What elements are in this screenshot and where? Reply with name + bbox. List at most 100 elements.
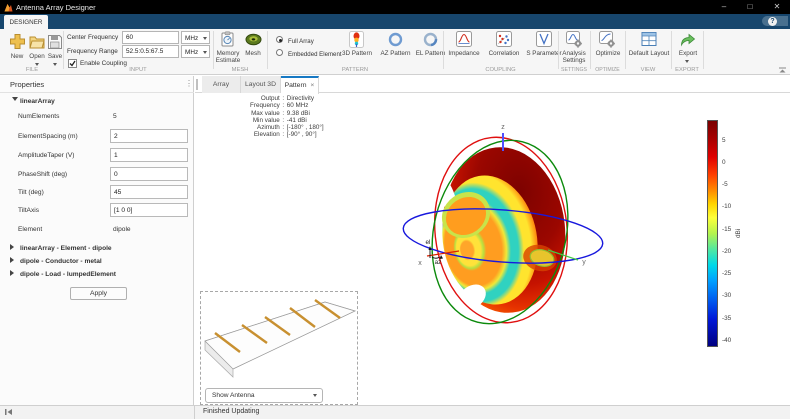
help-icon[interactable]: ? bbox=[768, 17, 777, 26]
export-dropdown-caret[interactable] bbox=[685, 60, 689, 65]
ribbon-tab-strip bbox=[0, 14, 790, 29]
section-label-view: VIEW bbox=[625, 67, 671, 73]
section-label-optimize: OPTIMIZE bbox=[590, 67, 625, 73]
center-frequency-unit-select[interactable]: MHz bbox=[181, 31, 210, 44]
title-bar: Antenna Array Designer – □ ✕ bbox=[0, 0, 790, 14]
section-label-mesh: MESH bbox=[213, 67, 267, 73]
status-bar bbox=[0, 405, 790, 419]
new-icon[interactable] bbox=[9, 33, 26, 50]
linear-array-group[interactable]: linearArray bbox=[12, 96, 55, 105]
collapse-ribbon-icon[interactable] bbox=[778, 67, 787, 73]
amplitudetaper-label: AmplitudeTaper (V) bbox=[18, 152, 74, 159]
section-label-settings: SETTINGS bbox=[558, 67, 590, 73]
antenna-array-designer-window: Antenna Array Designer – □ ✕ DESIGNER ? … bbox=[0, 0, 790, 419]
impedance-icon[interactable] bbox=[456, 31, 472, 47]
center-frequency-input[interactable] bbox=[122, 31, 179, 44]
export-icon[interactable] bbox=[680, 32, 696, 47]
y-axis-label: y bbox=[582, 259, 586, 266]
colorbar bbox=[707, 120, 718, 347]
s-parameter-icon[interactable] bbox=[536, 31, 552, 47]
export-button[interactable]: Export bbox=[673, 50, 703, 57]
tiltaxis-input[interactable] bbox=[110, 203, 188, 217]
tab-layout3d[interactable]: Layout 3D bbox=[241, 76, 281, 93]
optimize-icon[interactable] bbox=[599, 31, 616, 48]
new-button[interactable]: New bbox=[7, 53, 27, 60]
phaseshift-input[interactable] bbox=[110, 167, 188, 181]
enable-coupling-label: Enable Coupling bbox=[80, 60, 127, 67]
section-label-export: EXPORT bbox=[671, 67, 703, 73]
x-axis-label: x bbox=[418, 260, 422, 267]
analysis-settings-icon[interactable] bbox=[566, 31, 583, 48]
section-label-input: INPUT bbox=[63, 67, 213, 73]
tab-array[interactable]: Array bbox=[202, 76, 241, 93]
amplitudetaper-input[interactable] bbox=[110, 148, 188, 162]
show-antenna-value: Show Antenna bbox=[212, 392, 255, 399]
az-pattern-button[interactable]: AZ Pattern bbox=[378, 50, 413, 57]
correlation-icon[interactable] bbox=[496, 31, 512, 47]
colorbar-tick: 5 bbox=[722, 137, 726, 144]
embedded-element-label[interactable]: Embedded Element bbox=[288, 51, 342, 58]
minimize-button[interactable]: – bbox=[718, 2, 730, 12]
optimize-button[interactable]: Optimize bbox=[592, 50, 624, 57]
z-axis-label: z bbox=[501, 124, 505, 131]
close-button[interactable]: ✕ bbox=[771, 2, 783, 12]
mesh-icon[interactable] bbox=[245, 32, 262, 47]
frequency-range-input[interactable] bbox=[122, 45, 179, 58]
save-button[interactable]: Save bbox=[45, 53, 65, 60]
correlation-button[interactable]: Correlation bbox=[485, 50, 523, 57]
panel-splitter-grip[interactable] bbox=[196, 79, 198, 90]
subtree-load[interactable]: dipole - Load - lumpedElement bbox=[10, 270, 116, 278]
collapse-panel-icon[interactable] bbox=[4, 408, 13, 416]
app-icon bbox=[4, 3, 13, 12]
tab-designer[interactable]: DESIGNER bbox=[4, 15, 48, 29]
radiation-pattern-plot[interactable]: z x y el az bbox=[360, 95, 620, 385]
tiltaxis-label: TiltAxis bbox=[18, 207, 39, 214]
section-label-coupling: COUPLING bbox=[443, 67, 558, 73]
properties-menu-icon[interactable]: ⋮ bbox=[185, 79, 193, 88]
frequency-range-label: Frequency Range bbox=[67, 48, 118, 55]
tilt-input[interactable] bbox=[110, 185, 188, 199]
antenna-preview[interactable] bbox=[200, 291, 358, 386]
center-frequency-label: Center Frequency bbox=[67, 34, 118, 41]
section-label-pattern: PATTERN bbox=[267, 67, 443, 73]
unit-caret bbox=[203, 37, 207, 42]
default-layout-icon[interactable] bbox=[641, 31, 657, 47]
el-pattern-icon[interactable] bbox=[423, 32, 438, 47]
properties-panel bbox=[0, 76, 194, 405]
embedded-element-radio[interactable] bbox=[276, 49, 283, 56]
el-axis-label: el bbox=[426, 239, 431, 246]
numelements-value: 5 bbox=[113, 113, 117, 120]
elementspacing-label: ElementSpacing (m) bbox=[18, 133, 78, 140]
mesh-button[interactable]: Mesh bbox=[242, 50, 264, 57]
element-value: dipole bbox=[113, 226, 131, 233]
3d-pattern-button[interactable]: 3D Pattern bbox=[340, 50, 374, 57]
show-antenna-caret bbox=[313, 394, 317, 399]
open-icon[interactable] bbox=[29, 34, 46, 50]
az-pattern-icon[interactable] bbox=[388, 32, 403, 47]
subtree-element[interactable]: linearArray - Element - dipole bbox=[10, 244, 112, 252]
full-array-label[interactable]: Full Array bbox=[288, 38, 314, 45]
status-text: Finished Updating bbox=[203, 408, 259, 415]
phaseshift-label: PhaseShift (deg) bbox=[18, 171, 67, 178]
window-title: Antenna Array Designer bbox=[16, 3, 96, 12]
tilt-label: Tilt (deg) bbox=[18, 189, 44, 196]
element-label: Element bbox=[18, 226, 42, 233]
open-button[interactable]: Open bbox=[27, 53, 47, 60]
subtree-conductor[interactable]: dipole - Conductor - metal bbox=[10, 257, 102, 265]
3d-pattern-icon[interactable] bbox=[349, 31, 364, 48]
memory-estimate-icon[interactable] bbox=[219, 31, 236, 48]
maximize-button[interactable]: □ bbox=[744, 2, 756, 12]
section-label-file: FILE bbox=[10, 67, 54, 73]
az-axis-label: az bbox=[435, 259, 442, 266]
tab-pattern[interactable]: Pattern × bbox=[281, 76, 319, 94]
save-icon[interactable] bbox=[47, 34, 63, 50]
analysis-settings-button[interactable]: Analysis bbox=[559, 50, 589, 57]
full-array-radio[interactable] bbox=[276, 36, 283, 43]
apply-button[interactable]: Apply bbox=[70, 287, 127, 300]
tab-close-icon[interactable]: × bbox=[310, 82, 314, 89]
impedance-button[interactable]: Impedance bbox=[446, 50, 482, 57]
numelements-label: NumElements bbox=[18, 113, 59, 120]
elementspacing-input[interactable] bbox=[110, 129, 188, 143]
colorbar-unit-label: dBi bbox=[735, 229, 742, 238]
default-layout-button[interactable]: Default Layout bbox=[626, 50, 672, 57]
